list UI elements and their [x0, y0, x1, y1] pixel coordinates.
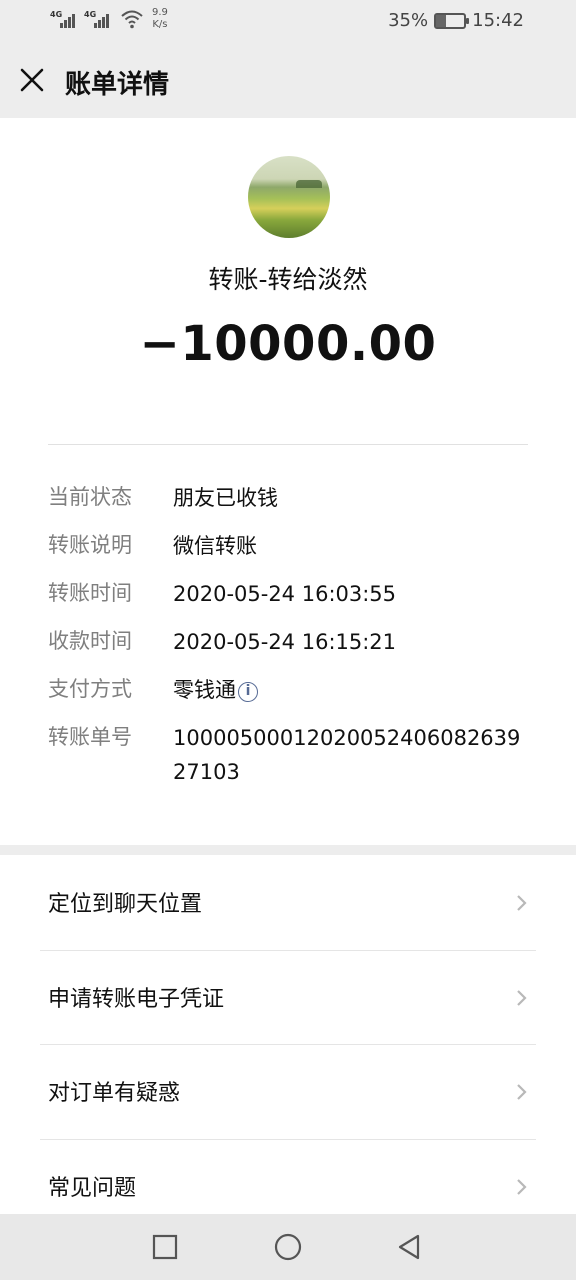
triangle-back-icon[interactable] — [394, 1231, 426, 1263]
net-speed: 9.9 K/s — [152, 7, 168, 31]
request-voucher-item[interactable]: 申请转账电子凭证 — [0, 949, 576, 1045]
detail-row-transfer-time: 转账时间 2020-05-24 16:03:55 — [48, 572, 538, 620]
action-list: 定位到聊天位置 申请转账电子凭证 对订单有疑惑 常见问题 — [0, 855, 576, 1214]
detail-value: 2020-05-24 16:03:55 — [173, 582, 397, 606]
locate-chat-item[interactable]: 定位到聊天位置 — [0, 855, 576, 950]
status-left-group: 4G 4G 9.9 K/s — [50, 7, 168, 31]
status-bar: 4G 4G 9.9 K/s 35% 15:42 — [0, 0, 576, 42]
chevron-right-icon — [517, 1084, 527, 1100]
payee-text: 转账-转给淡然 — [208, 265, 368, 294]
title-bar: 账单详情 — [0, 42, 576, 118]
clock: 15:42 — [472, 10, 524, 31]
order-question-item[interactable]: 对订单有疑惑 — [0, 1044, 576, 1139]
status-right-group: 35% 15:42 — [388, 10, 524, 31]
amount: −10000.00 — [139, 316, 437, 372]
detail-label: 转账时间 — [48, 581, 132, 605]
divider — [48, 444, 528, 445]
order-number-value: 1000050001202005240608263927103 — [173, 726, 521, 784]
avatar-trees — [296, 180, 322, 188]
detail-label: 转账单号 — [48, 725, 132, 749]
detail-value: 朋友已收钱 — [173, 486, 278, 510]
battery-percent: 35% — [388, 10, 429, 31]
list-item-label: 申请转账电子凭证 — [48, 986, 225, 1012]
detail-value: 2020-05-24 16:15:21 — [173, 630, 397, 654]
wifi-icon — [121, 10, 143, 29]
system-nav-bar — [0, 1214, 576, 1280]
detail-label: 收款时间 — [48, 629, 132, 653]
detail-row-payment-method: 支付方式 零钱通 i — [48, 668, 538, 716]
detail-label: 支付方式 — [48, 677, 132, 701]
square-recents-icon[interactable] — [149, 1231, 181, 1263]
chevron-right-icon — [517, 895, 527, 911]
detail-list: 当前状态 朋友已收钱 转账说明 微信转账 转账时间 2020-05-24 16:… — [48, 476, 538, 796]
net-speed-unit: K/s — [152, 19, 168, 30]
net-speed-value: 9.9 — [152, 7, 168, 18]
detail-row-order-number: 转账单号 1000050001202005240608263927103 — [48, 716, 538, 796]
circle-home-icon[interactable] — [272, 1231, 304, 1263]
signal-2-icon: 4G — [84, 8, 114, 30]
detail-label: 转账说明 — [48, 533, 132, 557]
list-item-label: 定位到聊天位置 — [48, 892, 203, 917]
detail-label: 当前状态 — [48, 485, 132, 509]
payment-method-value: 零钱通 — [173, 678, 236, 702]
detail-value: 微信转账 — [173, 534, 257, 558]
page-title: 账单详情 — [65, 70, 170, 100]
list-item-label: 对订单有疑惑 — [48, 1081, 181, 1106]
detail-row-receive-time: 收款时间 2020-05-24 16:15:21 — [48, 620, 538, 668]
detail-row-status: 当前状态 朋友已收钱 — [48, 476, 538, 524]
detail-value-wrap: 零钱通 i — [173, 673, 533, 707]
battery-icon — [434, 12, 470, 29]
chevron-right-icon — [517, 989, 527, 1006]
bill-card: 转账-转给淡然 −10000.00 当前状态 朋友已收钱 转账说明 微信转账 转… — [0, 118, 576, 845]
battery-fill — [436, 14, 446, 27]
chevron-right-icon — [517, 1178, 527, 1195]
info-icon[interactable]: i — [238, 682, 258, 702]
detail-row-note: 转账说明 微信转账 — [48, 524, 538, 572]
close-icon[interactable] — [16, 64, 48, 96]
avatar[interactable] — [248, 156, 330, 238]
signal-1-icon: 4G — [50, 8, 80, 30]
list-item-label: 常见问题 — [48, 1175, 137, 1201]
